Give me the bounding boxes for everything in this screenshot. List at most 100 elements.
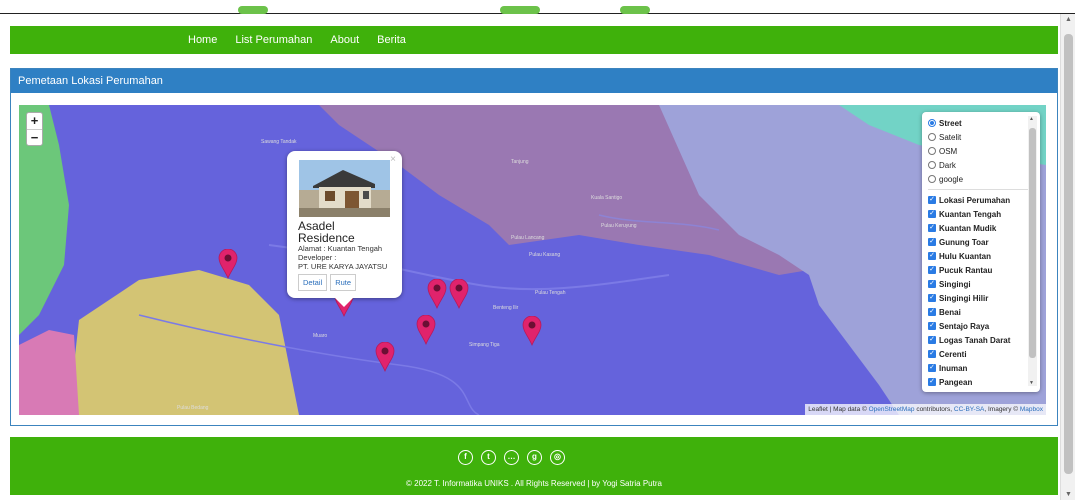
checkbox-checked-icon[interactable]: ✓	[928, 252, 936, 260]
layer-label: Dark	[939, 160, 956, 170]
overlay-singingi-hilir[interactable]: ✓ Singingi Hilir	[928, 291, 1040, 305]
overlay-sentajo-raya[interactable]: ✓ Sentajo Raya	[928, 319, 1040, 333]
zoom-control: + −	[26, 112, 43, 146]
overlay-cerenti[interactable]: ✓ Cerenti	[928, 347, 1040, 361]
map-marker-icon[interactable]	[375, 341, 395, 372]
attribution-text: Leaflet | Map data ©	[808, 406, 869, 413]
dribbble-icon[interactable]: ◎	[550, 450, 565, 465]
osm-link[interactable]: OpenStreetMap	[869, 406, 915, 413]
attribution-text: , Imagery ©	[984, 406, 1020, 413]
layer-label: Pucuk Rantau	[939, 265, 993, 275]
zoom-out-button[interactable]: −	[27, 129, 42, 145]
panel-title: Pemetaan Lokasi Perumahan	[11, 69, 1057, 93]
overlay-logas-tanah-darat[interactable]: ✓ Logas Tanah Darat	[928, 333, 1040, 347]
nav-berita-link[interactable]: Berita	[377, 34, 406, 46]
layer-label: Street	[939, 118, 962, 128]
popup-developer: PT. URE KARYA JAYATSU	[298, 262, 388, 271]
radio-icon[interactable]	[928, 147, 936, 155]
layer-label: OSM	[939, 146, 958, 156]
base-layer-osm[interactable]: OSM	[928, 144, 1040, 158]
radio-icon[interactable]	[928, 161, 936, 169]
checkbox-checked-icon[interactable]: ✓	[928, 294, 936, 302]
overlay-pucuk-rantau[interactable]: ✓ Pucuk Rantau	[928, 263, 1040, 277]
place-label: Kuala Santigo	[591, 195, 623, 201]
base-layer-google[interactable]: google	[928, 172, 1040, 186]
top-decoration	[238, 6, 268, 14]
checkbox-checked-icon[interactable]: ✓	[928, 350, 936, 358]
top-decoration	[500, 6, 540, 14]
map-marker-icon[interactable]	[522, 315, 542, 346]
base-layer-dark[interactable]: Dark	[928, 158, 1040, 172]
copyright-text: © 2022 T. Informatika UNIKS . All Rights…	[406, 479, 662, 488]
overlay-hulu-kuantan[interactable]: ✓ Hulu Kuantan	[928, 249, 1040, 263]
layer-label: Logas Tanah Darat	[939, 335, 1011, 345]
layer-label: Kuantan Tengah	[939, 209, 1002, 219]
map-marker-icon[interactable]	[449, 278, 469, 309]
place-label: Pulau Keruyung	[601, 223, 637, 229]
checkbox-checked-icon[interactable]: ✓	[928, 378, 936, 386]
layer-scrollbar-thumb[interactable]	[1029, 128, 1036, 358]
overlay-lokasi-perumahan[interactable]: ✓ Lokasi Perumahan	[928, 193, 1040, 207]
map-marker-icon[interactable]	[427, 278, 447, 309]
checkbox-checked-icon[interactable]: ✓	[928, 336, 936, 344]
house-photo	[299, 160, 390, 217]
facebook-icon[interactable]: f	[458, 450, 473, 465]
nav-list-perumahan-link[interactable]: List Perumahan	[235, 34, 312, 46]
map-view[interactable]: Sawang Tandak Tanjung Kuala Santigo Pula…	[19, 105, 1046, 415]
layer-label: Sentajo Raya	[939, 321, 990, 331]
layer-scrollbar[interactable]: ▲ ▼	[1028, 116, 1037, 386]
layer-label: Singingi	[939, 279, 971, 289]
checkbox-checked-icon[interactable]: ✓	[928, 266, 936, 274]
nav-home-link[interactable]: Home	[188, 34, 217, 46]
map-panel: Pemetaan Lokasi Perumahan Sawang Tandak …	[10, 68, 1058, 426]
layer-label: Gunung Toar	[939, 237, 989, 247]
license-link[interactable]: CC-BY-SA	[954, 406, 984, 413]
ellipsis-icon[interactable]: …	[504, 450, 519, 465]
radio-icon[interactable]	[928, 133, 936, 141]
place-label: Simpang Tiga	[469, 342, 500, 348]
map-marker-icon[interactable]	[416, 314, 436, 345]
nav-about-link[interactable]: About	[330, 34, 359, 46]
route-button[interactable]: Rute	[330, 274, 357, 291]
place-label: Pulau Tengah	[535, 290, 566, 296]
base-layer-satelit[interactable]: Satelit	[928, 130, 1040, 144]
checkbox-checked-icon[interactable]: ✓	[928, 308, 936, 316]
layer-label: Satelit	[939, 132, 962, 142]
checkbox-checked-icon[interactable]: ✓	[928, 280, 936, 288]
popup-close-button[interactable]: ×	[390, 154, 396, 165]
marker-popup: × Asadel Residence Alamat : Kuantan Teng…	[287, 151, 402, 307]
radio-selected-icon[interactable]	[928, 119, 936, 127]
scroll-up-icon[interactable]: ▲	[1065, 16, 1072, 23]
place-label: Sawang Tandak	[261, 139, 297, 145]
place-label: Tanjung	[511, 159, 529, 165]
mapbox-link[interactable]: Mapbox	[1020, 406, 1043, 413]
overlay-kuantan-mudik[interactable]: ✓ Kuantan Mudik	[928, 221, 1040, 235]
scroll-up-icon[interactable]: ▲	[1029, 116, 1034, 122]
checkbox-checked-icon[interactable]: ✓	[928, 196, 936, 204]
zoom-in-button[interactable]: +	[27, 113, 42, 129]
overlay-inuman[interactable]: ✓ Inuman	[928, 361, 1040, 375]
base-layer-street[interactable]: Street	[928, 116, 1040, 130]
checkbox-checked-icon[interactable]: ✓	[928, 364, 936, 372]
overlay-singingi[interactable]: ✓ Singingi	[928, 277, 1040, 291]
detail-button[interactable]: Detail	[298, 274, 328, 291]
twitter-icon[interactable]: t	[481, 450, 496, 465]
radio-icon[interactable]	[928, 175, 936, 183]
checkbox-checked-icon[interactable]: ✓	[928, 210, 936, 218]
scroll-down-icon[interactable]: ▼	[1029, 380, 1034, 386]
layer-label: google	[939, 174, 964, 184]
overlay-kuantan-tengah[interactable]: ✓ Kuantan Tengah	[928, 207, 1040, 221]
scroll-down-icon[interactable]: ▼	[1065, 491, 1072, 498]
overlay-gunung-toar[interactable]: ✓ Gunung Toar	[928, 235, 1040, 249]
overlay-pangean[interactable]: ✓ Pangean	[928, 375, 1040, 389]
overlay-benai[interactable]: ✓ Benai	[928, 305, 1040, 319]
page-scrollbar[interactable]: ▲ ▼	[1060, 14, 1075, 500]
checkbox-checked-icon[interactable]: ✓	[928, 238, 936, 246]
popup-actions: Detail Rute	[298, 274, 391, 291]
google-plus-icon[interactable]: g	[527, 450, 542, 465]
scrollbar-thumb[interactable]	[1064, 34, 1073, 474]
checkbox-checked-icon[interactable]: ✓	[928, 224, 936, 232]
map-marker-icon[interactable]	[218, 248, 238, 279]
popup-developer-label: Developer :	[298, 253, 337, 262]
checkbox-checked-icon[interactable]: ✓	[928, 322, 936, 330]
